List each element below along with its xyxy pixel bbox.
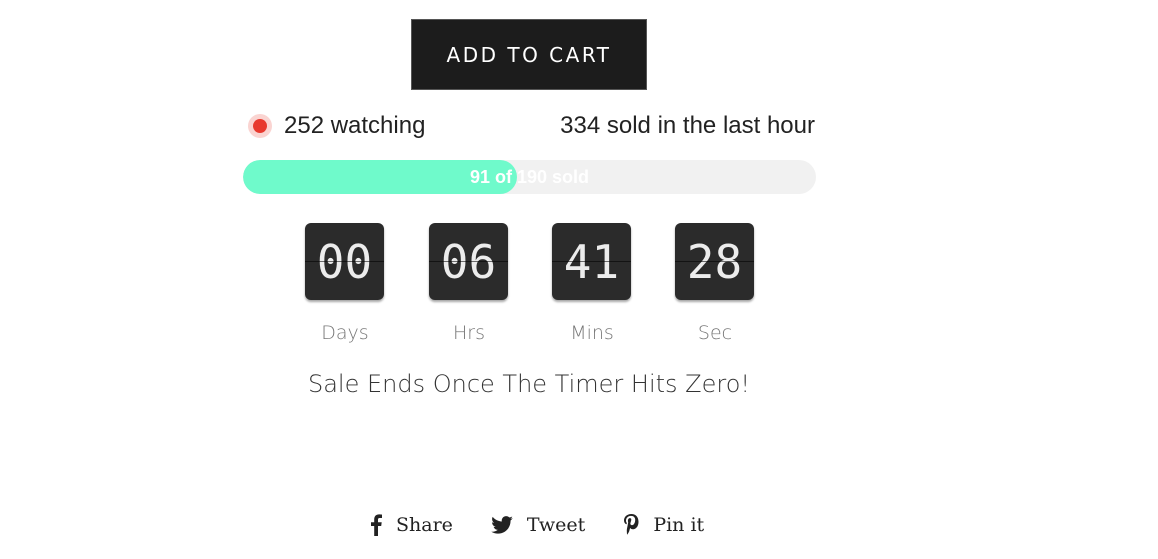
stock-progress-bar: 91 of 190 sold <box>243 160 816 194</box>
days-value: 00 <box>305 223 384 300</box>
watching-count: 252 watching <box>284 112 426 139</box>
share-facebook-link[interactable]: Share <box>370 514 453 536</box>
countdown-seconds: 28 Sec <box>675 223 755 344</box>
twitter-icon <box>491 516 513 534</box>
minutes-value: 41 <box>552 223 631 300</box>
watching-indicator: 252 watching <box>246 112 425 140</box>
social-share-bar: Share Tweet Pin it <box>370 514 742 536</box>
seconds-value: 28 <box>675 223 754 300</box>
minutes-label: Mins <box>570 322 614 344</box>
share-twitter-link[interactable]: Tweet <box>491 514 585 536</box>
seconds-label: Sec <box>697 322 733 344</box>
live-dot-icon <box>253 119 267 133</box>
sold-last-hour: 334 sold in the last hour <box>560 112 815 139</box>
share-pinterest-link[interactable]: Pin it <box>623 514 704 536</box>
hours-value: 06 <box>429 223 508 300</box>
stock-progress-label: 91 of 190 sold <box>469 166 590 187</box>
share-twitter-label: Tweet <box>526 514 586 536</box>
countdown-days: 00 Days <box>305 223 385 344</box>
add-to-cart-button[interactable]: ADD TO CART <box>411 19 647 90</box>
pinterest-icon <box>624 514 639 535</box>
countdown-minutes: 41 Mins <box>552 223 632 344</box>
hours-label: Hrs <box>453 322 485 344</box>
countdown-hours: 06 Hrs <box>429 223 509 344</box>
days-label: Days <box>321 322 369 344</box>
share-facebook-label: Share <box>396 514 453 536</box>
facebook-icon <box>371 514 382 536</box>
sale-message: Sale Ends Once The Timer Hits Zero! <box>307 370 751 398</box>
share-pinterest-label: Pin it <box>653 514 705 536</box>
